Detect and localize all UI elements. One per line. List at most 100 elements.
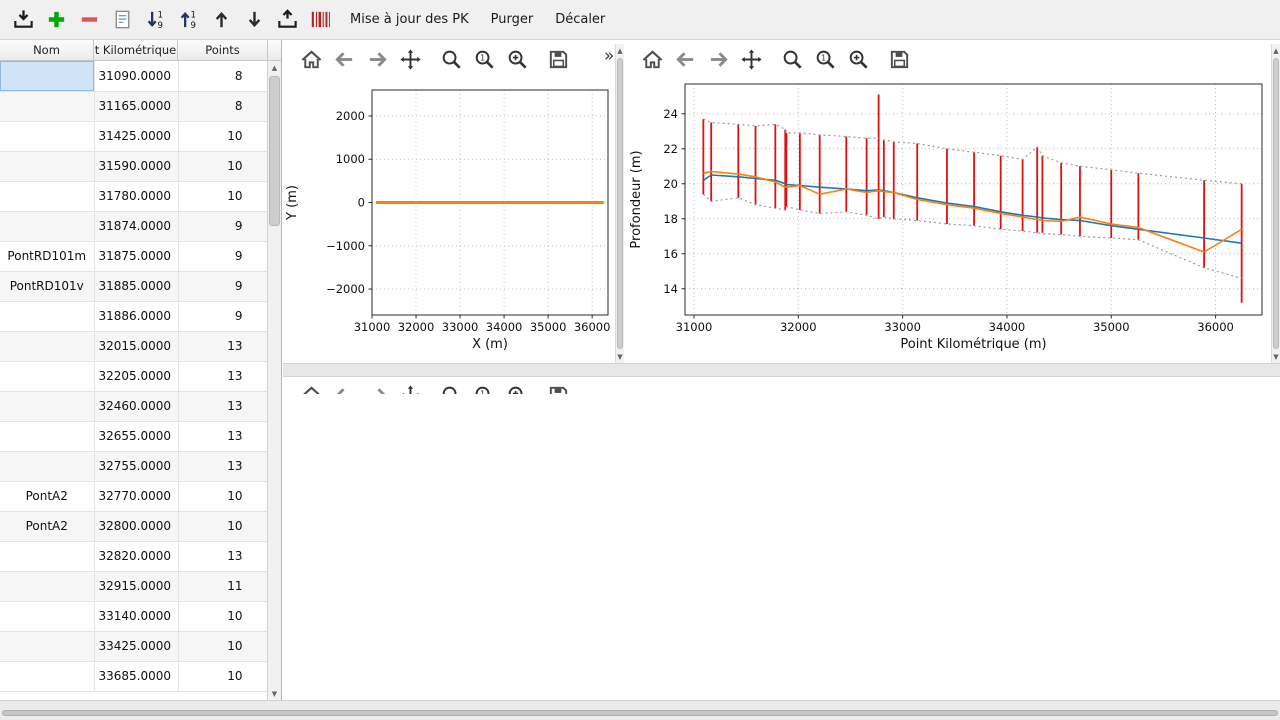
nom-cell[interactable] [0, 151, 94, 181]
table-row[interactable]: 32015.000013 [0, 331, 268, 361]
points-cell[interactable]: 10 [178, 181, 268, 211]
nom-cell[interactable]: PontRD101m [0, 241, 94, 271]
sort-ascending-button[interactable]: 19 [173, 5, 203, 35]
pk-cell[interactable]: 32460.0000 [94, 391, 178, 421]
home-button[interactable] [639, 46, 665, 72]
column-header-nom[interactable]: Nom [0, 40, 94, 60]
points-cell[interactable]: 9 [178, 301, 268, 331]
update-pk-action[interactable]: Mise à jour des PK [343, 7, 476, 32]
xy-plot-canvas[interactable]: 310003200033000340003500036000−2000−1000… [284, 78, 614, 363]
nom-cell[interactable] [0, 601, 94, 631]
nom-cell[interactable]: PontA2 [0, 511, 94, 541]
nom-cell[interactable]: PontA2 [0, 481, 94, 511]
pk-table-scrollbar[interactable]: ▲ ▼ [267, 61, 281, 700]
points-cell[interactable]: 13 [178, 451, 268, 481]
forward-button[interactable] [364, 46, 390, 72]
points-cell[interactable]: 8 [178, 91, 268, 121]
points-cell[interactable]: 13 [178, 331, 268, 361]
table-row[interactable]: PontA232770.000010 [0, 481, 268, 511]
nom-cell[interactable] [0, 661, 94, 691]
scroll-up-icon[interactable]: ▲ [616, 44, 624, 57]
table-row[interactable]: PontRD101v31885.00009 [0, 271, 268, 301]
sort-descending-button[interactable]: 19 [140, 5, 170, 35]
table-row[interactable]: PontA232800.000010 [0, 511, 268, 541]
forward-button[interactable] [705, 46, 731, 72]
profile-plot-scrollbar[interactable]: ▲ ▼ [1271, 44, 1280, 363]
table-row[interactable]: 31780.000010 [0, 181, 268, 211]
pk-cell[interactable]: 32800.0000 [94, 511, 178, 541]
points-cell[interactable]: 9 [178, 271, 268, 301]
toolbar-overflow-chevron[interactable]: » [604, 48, 614, 65]
table-row[interactable]: 31874.00009 [0, 211, 268, 241]
pk-cell[interactable]: 32015.0000 [94, 331, 178, 361]
nom-cell[interactable] [0, 61, 94, 91]
pk-cell[interactable]: 33685.0000 [94, 661, 178, 691]
zoom-original-button[interactable]: 1 [471, 46, 497, 72]
pk-cell[interactable]: 32755.0000 [94, 451, 178, 481]
import-button[interactable] [8, 5, 38, 35]
nom-cell[interactable] [0, 331, 94, 361]
points-cell[interactable]: 9 [178, 241, 268, 271]
bottom-plot-area[interactable] [283, 394, 1280, 700]
table-row[interactable]: PontRD101m31875.00009 [0, 241, 268, 271]
points-cell[interactable]: 10 [178, 601, 268, 631]
points-cell[interactable]: 10 [178, 661, 268, 691]
pk-cell[interactable]: 31090.0000 [94, 61, 178, 91]
shift-action[interactable]: Décaler [548, 7, 612, 32]
profile-plot-canvas[interactable]: 3100032000330003400035000360001416182022… [628, 78, 1268, 363]
points-cell[interactable]: 13 [178, 421, 268, 451]
points-cell[interactable]: 9 [178, 211, 268, 241]
table-row[interactable]: 32915.000011 [0, 571, 268, 601]
scrollbar-thumb[interactable] [269, 76, 280, 226]
pk-cell[interactable]: 32770.0000 [94, 481, 178, 511]
move-up-button[interactable] [206, 5, 236, 35]
profiles-button[interactable] [305, 5, 335, 35]
home-button[interactable] [298, 46, 324, 72]
pk-cell[interactable]: 31780.0000 [94, 181, 178, 211]
back-button[interactable] [331, 46, 357, 72]
plot-splitter[interactable] [283, 363, 1280, 377]
horizontal-scrollbar[interactable] [0, 700, 1280, 720]
save-button[interactable] [886, 46, 912, 72]
points-cell[interactable]: 10 [178, 631, 268, 661]
pk-cell[interactable]: 32915.0000 [94, 571, 178, 601]
nom-cell[interactable] [0, 301, 94, 331]
scrollbar-thumb[interactable] [1273, 58, 1279, 349]
save-button[interactable] [545, 46, 571, 72]
nom-cell[interactable] [0, 571, 94, 601]
nom-cell[interactable] [0, 91, 94, 121]
pk-cell[interactable]: 32820.0000 [94, 541, 178, 571]
nom-cell[interactable] [0, 391, 94, 421]
pk-cell[interactable]: 31885.0000 [94, 271, 178, 301]
column-header-pk[interactable]: t Kilométrique [94, 40, 178, 60]
nom-cell[interactable]: PontRD101v [0, 271, 94, 301]
pk-cell[interactable]: 32655.0000 [94, 421, 178, 451]
table-row[interactable]: 31886.00009 [0, 301, 268, 331]
points-cell[interactable]: 13 [178, 391, 268, 421]
nom-cell[interactable] [0, 631, 94, 661]
add-button[interactable] [41, 5, 71, 35]
pan-button[interactable] [397, 46, 423, 72]
notes-button[interactable] [107, 5, 137, 35]
export-button[interactable] [272, 5, 302, 35]
move-down-button[interactable] [239, 5, 269, 35]
nom-cell[interactable] [0, 361, 94, 391]
zoom-rect-button[interactable] [845, 46, 871, 72]
pk-cell[interactable]: 31875.0000 [94, 241, 178, 271]
nom-cell[interactable] [0, 421, 94, 451]
pk-cell[interactable]: 31165.0000 [94, 91, 178, 121]
table-row[interactable]: 33425.000010 [0, 631, 268, 661]
scrollbar-thumb[interactable] [617, 58, 623, 349]
xy-plot-scrollbar[interactable]: ▲ ▼ [615, 44, 624, 363]
zoom-button[interactable] [438, 46, 464, 72]
pk-cell[interactable]: 31425.0000 [94, 121, 178, 151]
nom-cell[interactable] [0, 211, 94, 241]
table-row[interactable]: 33140.000010 [0, 601, 268, 631]
zoom-original-button[interactable]: 1 [812, 46, 838, 72]
column-header-points[interactable]: Points [178, 40, 268, 60]
nom-cell[interactable] [0, 451, 94, 481]
table-row[interactable]: 31425.000010 [0, 121, 268, 151]
points-cell[interactable]: 10 [178, 151, 268, 181]
scrollbar-thumb[interactable] [2, 710, 1278, 716]
pk-cell[interactable]: 33425.0000 [94, 631, 178, 661]
